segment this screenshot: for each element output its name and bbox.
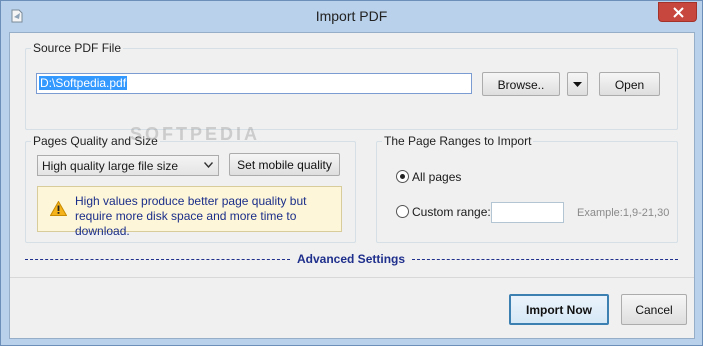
source-pdf-group-label: Source PDF File — [31, 41, 124, 55]
dialog-body: Source PDF File D:\Softpedia.pdf Browse.… — [9, 32, 695, 339]
open-button[interactable]: Open — [599, 72, 660, 96]
chevron-down-icon — [573, 82, 582, 87]
cancel-button[interactable]: Cancel — [621, 294, 687, 325]
dialog-button-bar: Import Now Cancel — [10, 277, 694, 338]
browse-dropdown-button[interactable] — [567, 72, 588, 96]
source-path-input[interactable]: D:\Softpedia.pdf — [36, 73, 472, 94]
chevron-down-icon — [204, 162, 213, 168]
browse-button[interactable]: Browse.. — [482, 72, 560, 96]
window-title: Import PDF — [315, 8, 388, 24]
import-pdf-dialog: Import PDF Source PDF File D:\Softpedia.… — [0, 0, 703, 346]
quality-select[interactable]: High quality large file size — [37, 155, 219, 176]
advanced-settings-toggle[interactable]: Advanced Settings — [297, 252, 405, 266]
import-now-button[interactable]: Import Now — [509, 294, 609, 325]
advanced-separator-right — [412, 259, 678, 260]
custom-range-input[interactable] — [491, 202, 564, 223]
quality-warning: High values produce better page quality … — [37, 186, 342, 238]
all-pages-label[interactable]: All pages — [412, 170, 461, 184]
warning-text: High values produce better page quality … — [75, 194, 307, 238]
set-mobile-quality-button[interactable]: Set mobile quality — [229, 153, 340, 176]
page-ranges-group: The Page Ranges to Import — [376, 134, 678, 243]
advanced-separator-left — [25, 259, 290, 260]
quality-group-label: Pages Quality and Size — [31, 134, 160, 148]
range-example-hint: Example:1,9-21,30 — [577, 207, 670, 219]
title-bar[interactable]: Import PDF — [1, 1, 702, 32]
quality-selected-value: High quality large file size — [42, 159, 179, 173]
source-path-value: D:\Softpedia.pdf — [39, 76, 128, 90]
close-icon — [673, 7, 684, 18]
warning-icon — [50, 201, 67, 216]
all-pages-radio[interactable] — [396, 170, 409, 183]
custom-range-radio[interactable] — [396, 205, 409, 218]
custom-range-label[interactable]: Custom range: — [412, 205, 491, 219]
close-button[interactable] — [658, 2, 697, 22]
page-ranges-group-label: The Page Ranges to Import — [382, 134, 534, 148]
